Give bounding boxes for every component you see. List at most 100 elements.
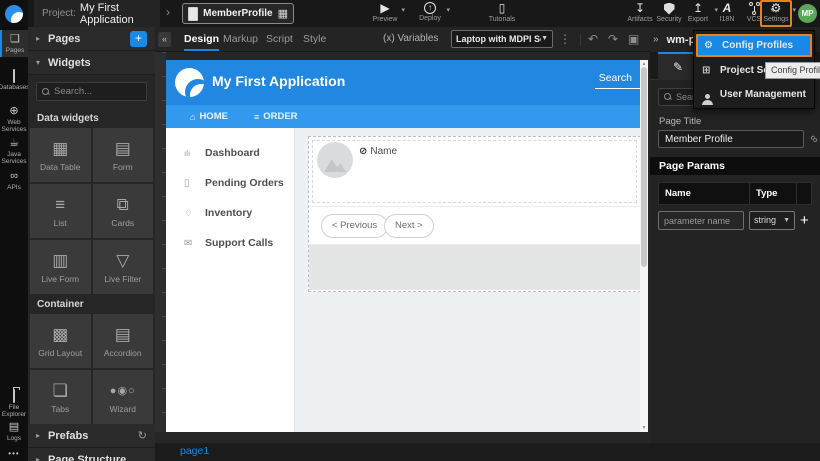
search-icon [42, 88, 50, 96]
hamburger-icon: ≡ [254, 112, 259, 122]
name-field[interactable]: ⊘ Name [359, 146, 397, 157]
param-type-select[interactable]: string ▼ [749, 211, 795, 230]
more-options-icon[interactable]: ⋮ [559, 27, 571, 51]
widget-tile-tabs[interactable]: ❏ Tabs [30, 370, 91, 424]
sidebar-item-file-explorer[interactable]: File Explorer [0, 387, 28, 421]
deploy-chevron-icon[interactable]: ▾ [446, 6, 450, 14]
sidebar-item-logs[interactable]: ▤ Logs [0, 418, 28, 445]
tab-properties-edit[interactable]: ✎ [658, 52, 698, 80]
prefabs-section-header[interactable]: ▸ Prefabs ↻ [28, 424, 155, 448]
data-widgets-grid: ▦ Data Table ▤ Form ≡ List ⧉ Cards ▥ Liv… [28, 128, 155, 294]
page-tab-page1[interactable]: page1 [180, 445, 209, 457]
save-button[interactable]: ▣ [628, 27, 639, 51]
grid-view-icon[interactable]: ▦ [278, 7, 288, 20]
widget-tile-wizard[interactable]: ●◉○ Wizard [93, 370, 154, 424]
collapse-right-panel-button[interactable]: » [653, 34, 659, 45]
branch-icon [749, 2, 760, 15]
app-content: ılı Dashboard ▯ Pending Orders ♢ Invento… [166, 128, 640, 432]
add-page-button[interactable]: + [130, 31, 147, 47]
menu-item-config-profiles[interactable]: ⚙ Config Profiles [696, 34, 812, 57]
menu-label: Inventory [205, 207, 252, 219]
widget-search[interactable] [36, 82, 147, 101]
widget-tile-grid-layout[interactable]: ▩ Grid Layout [30, 314, 91, 368]
sidebar-item-databases[interactable]: Databases [0, 67, 28, 94]
widget-search-input[interactable] [54, 86, 141, 97]
deploy-label: Deploy [419, 15, 441, 22]
list-widget-container[interactable]: ⊘ Name < Previous Next > [308, 136, 640, 292]
tab-design[interactable]: Design [184, 27, 219, 51]
device-selector[interactable]: Laptop with MDPI Screen ▼ [451, 30, 553, 48]
preview-button[interactable]: ▶ Preview ▾ [368, 2, 402, 23]
param-name-input[interactable] [658, 211, 744, 230]
page-title-input[interactable] [658, 130, 804, 148]
tab-style[interactable]: Style [303, 27, 326, 51]
list-item-card[interactable]: ⊘ Name [309, 137, 640, 207]
pages-section-header[interactable]: ▸ Pages + [28, 27, 155, 51]
preview-chevron-icon[interactable]: ▾ [401, 6, 405, 14]
page-selector[interactable]: MemberProfile ▦ [182, 3, 294, 24]
params-table-header: Name Type [658, 182, 812, 205]
tutorials-button[interactable]: ▯ Tutorials [485, 2, 519, 23]
sidebar-item-pages[interactable]: ❏ Pages [0, 30, 28, 57]
globe-icon: ⊕ [9, 105, 18, 117]
undo-button[interactable]: ↶ [588, 27, 598, 51]
widget-tile-form[interactable]: ▤ Form [93, 128, 154, 182]
previous-button[interactable]: < Previous [321, 214, 388, 238]
sidebar-item-java-services[interactable]: ☕ Java Services [0, 134, 28, 168]
triangle-right-icon: ▸ [36, 34, 48, 43]
project-label: Project: [42, 8, 76, 19]
page-structure-section-header[interactable]: ▸ Page Structure [28, 448, 155, 461]
canvas-toolbar: « Design Markup Script Style (x) Variabl… [155, 27, 650, 52]
wavemaker-logo[interactable] [0, 0, 28, 27]
widget-label: List [54, 218, 67, 228]
sidebar-more-button[interactable]: ••• [0, 445, 28, 461]
widget-tile-data-table[interactable]: ▦ Data Table [30, 128, 91, 182]
menu-item-pending-orders[interactable]: ▯ Pending Orders [166, 168, 294, 198]
widget-tile-live-form[interactable]: ▥ Live Form [30, 240, 91, 294]
deploy-button[interactable]: ↑ Deploy ▾ [413, 2, 447, 22]
menu-item-dashboard[interactable]: ılı Dashboard [166, 138, 294, 168]
vertical-scroll-thumb[interactable] [641, 67, 647, 267]
sidebar-item-apis[interactable]: ∞ APIs [0, 167, 28, 194]
widget-tile-accordion[interactable]: ▤ Accordion [93, 314, 154, 368]
collapse-left-panel-button[interactable]: « [158, 32, 171, 47]
scroll-down-icon[interactable]: ▼ [640, 425, 648, 431]
bind-link-icon[interactable]: ∞ [807, 132, 820, 146]
app-search-link[interactable]: Search [595, 72, 640, 89]
refresh-icon[interactable]: ↻ [138, 429, 147, 442]
next-button[interactable]: Next > [384, 214, 434, 238]
add-param-button[interactable]: + [800, 212, 809, 230]
variables-dropdown[interactable]: (x) Variables [383, 27, 438, 51]
tab-script[interactable]: Script [266, 27, 293, 51]
settings-chevron-icon[interactable]: ▾ [792, 6, 796, 14]
param-type-value: string [754, 212, 783, 229]
canvas-vertical-scrollbar[interactable]: ▲ ▼ [640, 60, 648, 432]
menu-item-support-calls[interactable]: ✉ Support Calls [166, 228, 294, 258]
sidebar-item-web-services[interactable]: ⊕ Web Services [0, 102, 28, 136]
widget-tile-live-filter[interactable]: ▽ Live Filter [93, 240, 154, 294]
menu-item-user-management[interactable]: User Management [694, 82, 814, 106]
user-avatar[interactable]: MP [798, 4, 817, 23]
accordion-icon: ▤ [115, 325, 131, 345]
list-icon: ≡ [55, 195, 65, 215]
device-selector-arrow-icon: ▼ [541, 31, 548, 47]
nav-item-home[interactable]: ⌂ HOME [190, 111, 228, 122]
widget-tile-list[interactable]: ≡ List [30, 184, 91, 238]
sidebar-label: APIs [7, 184, 21, 191]
widgets-section-header[interactable]: ▾ Widgets [28, 51, 155, 75]
wavemaker-studio: Project: My First Application › MemberPr… [0, 0, 820, 461]
widget-tile-cards[interactable]: ⧉ Cards [93, 184, 154, 238]
widget-label: Live Filter [104, 274, 141, 284]
redo-button[interactable]: ↷ [608, 27, 618, 51]
bar-chart-icon: ılı [184, 149, 196, 158]
column-header-type: Type [750, 182, 797, 205]
tabs-icon: ❏ [53, 381, 68, 401]
sidebar-label: Java Services [0, 151, 28, 165]
project-breadcrumb[interactable]: Project: My First Application [34, 0, 160, 27]
shield-icon [664, 2, 675, 15]
nav-item-order[interactable]: ≡ ORDER [254, 111, 298, 122]
tab-markup[interactable]: Markup [223, 27, 258, 51]
widgets-section-label: Widgets [48, 57, 147, 69]
menu-item-inventory[interactable]: ♢ Inventory [166, 198, 294, 228]
widget-label: Form [113, 162, 133, 172]
